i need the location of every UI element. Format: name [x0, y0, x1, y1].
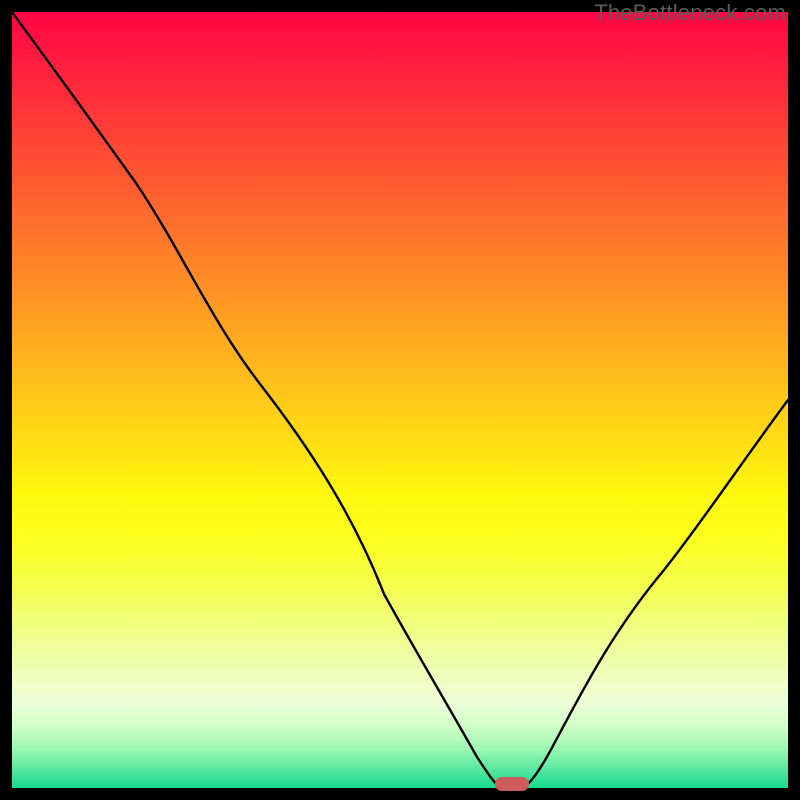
plot-area — [12, 12, 788, 788]
chart-frame: TheBottleneck.com — [0, 0, 800, 800]
bottleneck-curve — [12, 12, 788, 787]
watermark-text: TheBottleneck.com — [594, 0, 786, 26]
optimal-marker — [495, 777, 529, 791]
curve-overlay — [12, 12, 788, 788]
